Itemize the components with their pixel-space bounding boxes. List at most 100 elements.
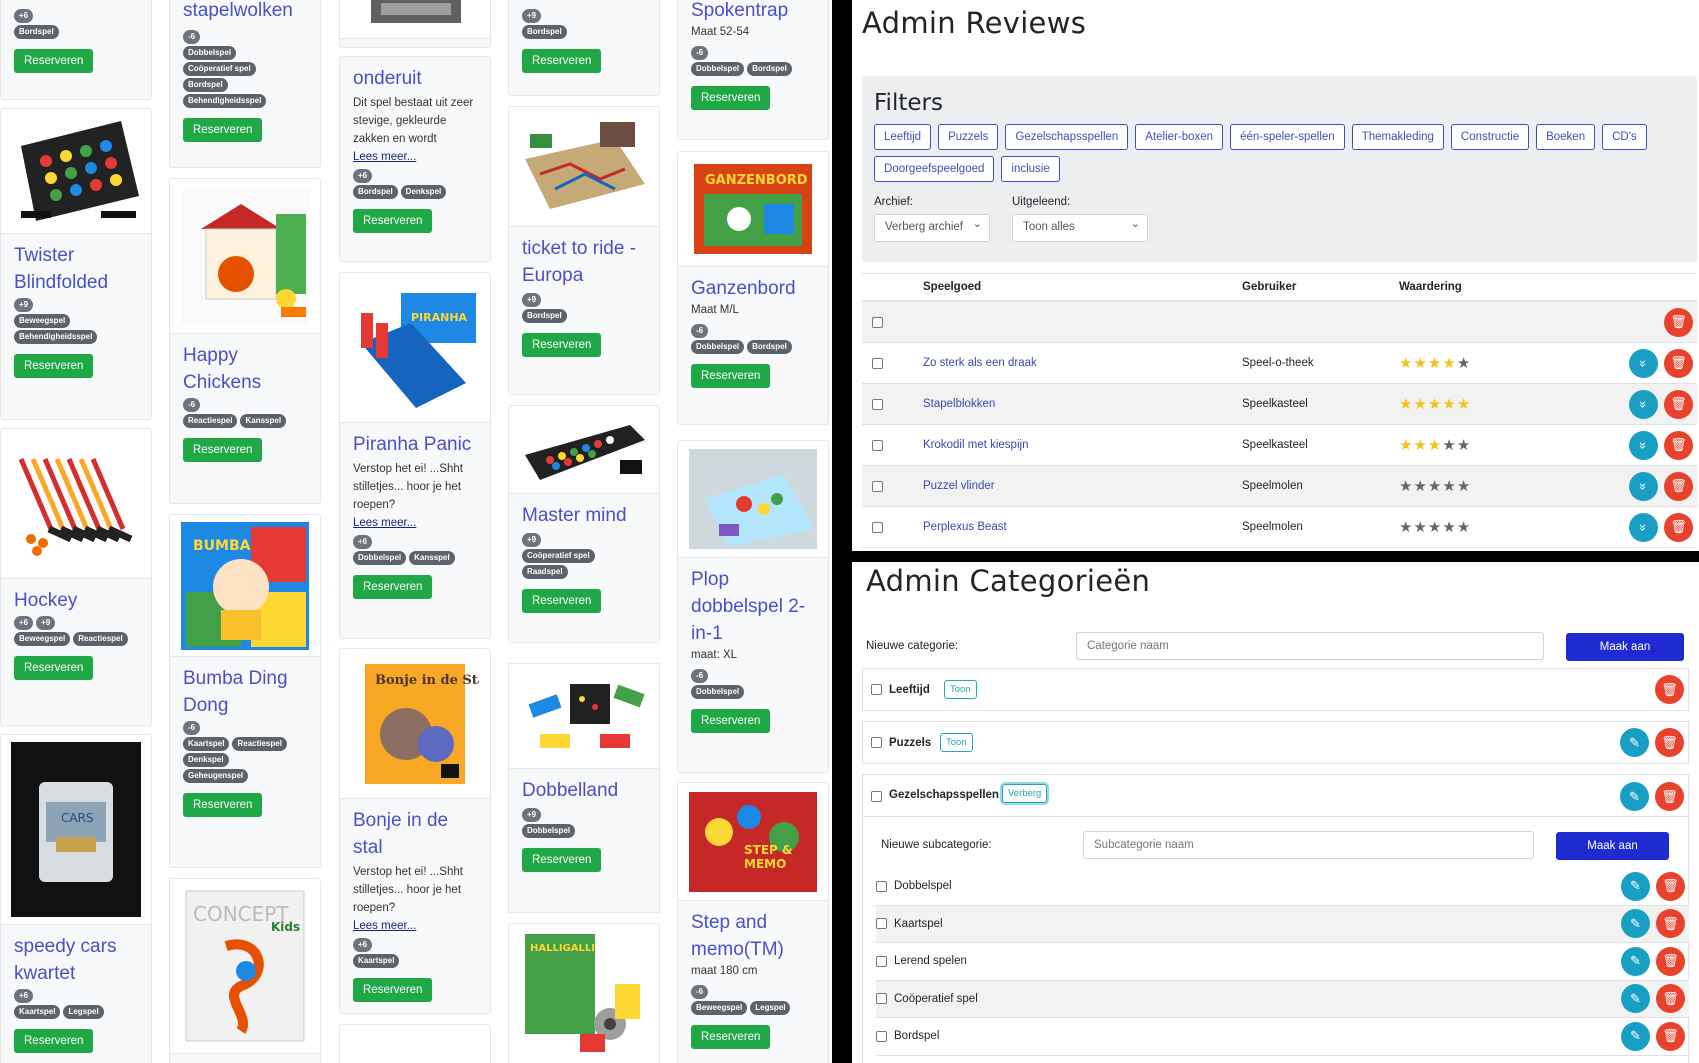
toy-link[interactable]: Stapelblokken — [923, 398, 995, 410]
filter-button-doorgeefspeelgoed[interactable]: Doorgeefspeelgoed — [874, 156, 995, 182]
filter-button-boeken[interactable]: Boeken — [1536, 124, 1596, 150]
delete-button[interactable]: 🗑 — [1655, 728, 1684, 757]
toy-image-ticket[interactable] — [509, 107, 659, 227]
filter-button-gezelschapsspellen[interactable]: Gezelschapsspellen — [1005, 124, 1129, 150]
read-more-link[interactable]: Lees meer... — [353, 920, 478, 932]
reserve-button[interactable]: Reserveren — [14, 354, 94, 378]
toggle-hide-button[interactable]: Verberg — [1002, 784, 1048, 803]
toy-title[interactable]: Bumba Ding Dong — [183, 665, 308, 719]
lent-select[interactable]: Toon alles — [1012, 214, 1148, 242]
toy-title[interactable]: Happy Chickens — [183, 342, 308, 396]
create-category-button[interactable]: Maak aan — [1566, 633, 1684, 661]
category-checkbox[interactable] — [871, 737, 882, 748]
toy-link[interactable]: Zo sterk als een draak — [923, 357, 1037, 369]
toy-image-cars[interactable]: CARS — [1, 735, 151, 925]
filter-button-atelier-boxen[interactable]: Atelier-boxen — [1135, 124, 1224, 150]
row-checkbox[interactable] — [872, 480, 883, 492]
filter-button-cds[interactable]: CD's — [1602, 124, 1647, 150]
toy-image-chickens[interactable] — [170, 179, 320, 334]
edit-button[interactable]: ✎ — [1621, 909, 1650, 939]
toy-image-top[interactable] — [340, 0, 490, 39]
toy-link[interactable]: Puzzel vlinder — [923, 480, 995, 492]
edit-button[interactable]: ✎ — [1621, 871, 1650, 901]
reserve-button[interactable]: Reserveren — [522, 333, 602, 357]
select-all-checkbox[interactable] — [872, 316, 883, 328]
toy-image-dobbelland[interactable] — [509, 664, 659, 769]
toy-title[interactable]: Bonje in de stal — [353, 807, 478, 861]
toy-link[interactable]: Krokodil met kiespijn — [923, 439, 1028, 451]
subcategory-checkbox[interactable] — [876, 880, 887, 892]
reserve-button[interactable]: Reserveren — [353, 209, 433, 233]
reserve-button[interactable]: Reserveren — [522, 848, 602, 872]
subcategory-name-input[interactable]: Subcategorie naam — [1083, 831, 1534, 859]
delete-button[interactable]: 🗑 — [1655, 675, 1684, 704]
expand-button[interactable]: » — [1629, 512, 1658, 542]
delete-button[interactable]: 🗑 — [1664, 430, 1693, 460]
delete-button[interactable]: 🗑 — [1656, 871, 1685, 901]
delete-button[interactable]: 🗑 — [1656, 946, 1685, 976]
toy-title[interactable]: ticket to ride - Europa — [522, 235, 647, 289]
toy-title[interactable]: onderuit — [353, 65, 478, 92]
reserve-button[interactable]: Reserveren — [691, 364, 771, 388]
category-checkbox[interactable] — [871, 791, 882, 802]
reserve-button[interactable]: Reserveren — [691, 86, 771, 110]
toy-image-concept[interactable]: CONCEPT Kids — [170, 879, 320, 1054]
toy-image-piranha[interactable]: PIRANHA — [340, 273, 490, 423]
toy-title[interactable]: Plop dobbelspel 2-in-1 — [691, 566, 816, 647]
create-subcategory-button[interactable]: Maak aan — [1556, 832, 1669, 860]
filter-button-constructie[interactable]: Constructie — [1450, 124, 1530, 150]
subcategory-checkbox[interactable] — [876, 955, 887, 967]
delete-button[interactable]: 🗑 — [1664, 471, 1693, 501]
delete-button[interactable]: 🗑 — [1656, 984, 1685, 1014]
row-checkbox[interactable] — [872, 357, 883, 369]
toy-image-bumba[interactable]: BUMBA — [170, 515, 320, 657]
subcategory-checkbox[interactable] — [876, 918, 887, 930]
toy-title[interactable]: speedy cars kwartet — [14, 933, 139, 987]
read-more-link[interactable]: Lees meer... — [353, 151, 478, 163]
row-checkbox[interactable] — [872, 521, 883, 533]
toy-image-mastermind[interactable] — [509, 406, 659, 494]
delete-button[interactable]: 🗑 — [1664, 389, 1693, 419]
toy-title[interactable]: Step and memo(TM) — [691, 909, 816, 963]
delete-selected-button[interactable]: 🗑 — [1664, 307, 1693, 337]
reserve-button[interactable]: Reserveren — [14, 1029, 94, 1053]
toy-image-bonje[interactable]: Bonje in de Stal — [340, 649, 490, 799]
subcategory-checkbox[interactable] — [876, 993, 887, 1005]
toy-title[interactable]: Hockey — [14, 587, 139, 614]
toy-link[interactable]: Perplexus Beast — [923, 521, 1007, 533]
filter-button-een-speler[interactable]: één-speler-spellen — [1230, 124, 1345, 150]
reserve-button[interactable]: Reserveren — [522, 49, 602, 73]
toy-image-stepmemo[interactable]: STEP & MEMO — [678, 783, 828, 901]
filter-button-themakleding[interactable]: Themakleding — [1351, 124, 1444, 150]
toy-title[interactable]: Twister Blindfolded — [14, 242, 139, 296]
expand-button[interactable]: » — [1629, 348, 1658, 378]
subcategory-checkbox[interactable] — [876, 1030, 887, 1042]
toy-image-halligalli[interactable]: HALLIGALLI — [509, 924, 659, 1063]
edit-button[interactable]: ✎ — [1620, 728, 1649, 757]
toy-image-bottom[interactable] — [340, 1025, 490, 1063]
row-checkbox[interactable] — [872, 439, 883, 451]
toy-title[interactable]: Spokentrap — [691, 0, 816, 24]
delete-button[interactable]: 🗑 — [1655, 782, 1684, 811]
archive-select[interactable]: Verberg archief — [874, 214, 990, 242]
toy-image-ganzenbord[interactable]: GANZENBORD — [678, 152, 828, 267]
edit-button[interactable]: ✎ — [1620, 782, 1649, 811]
toy-title[interactable]: Ganzenbord — [691, 275, 816, 302]
delete-button[interactable]: 🗑 — [1656, 909, 1685, 939]
toggle-show-button[interactable]: Toon — [944, 680, 977, 699]
row-checkbox[interactable] — [872, 398, 883, 410]
category-checkbox[interactable] — [871, 684, 882, 695]
reserve-button[interactable]: Reserveren — [522, 589, 602, 613]
toy-image-hockey[interactable] — [1, 429, 151, 579]
delete-button[interactable]: 🗑 — [1664, 512, 1693, 542]
toy-title[interactable]: Master mind — [522, 502, 647, 529]
reserve-button[interactable]: Reserveren — [353, 575, 433, 599]
toy-image-plop[interactable] — [678, 441, 828, 558]
delete-button[interactable]: 🗑 — [1664, 348, 1693, 378]
read-more-link[interactable]: Lees meer... — [353, 517, 478, 529]
filter-button-puzzels[interactable]: Puzzels — [938, 124, 999, 150]
reserve-button[interactable]: Reserveren — [183, 118, 263, 142]
reserve-button[interactable]: Reserveren — [691, 1025, 771, 1049]
filter-button-leeftijd[interactable]: Leeftijd — [874, 124, 932, 150]
category-name-input[interactable]: Categorie naam — [1076, 632, 1544, 660]
